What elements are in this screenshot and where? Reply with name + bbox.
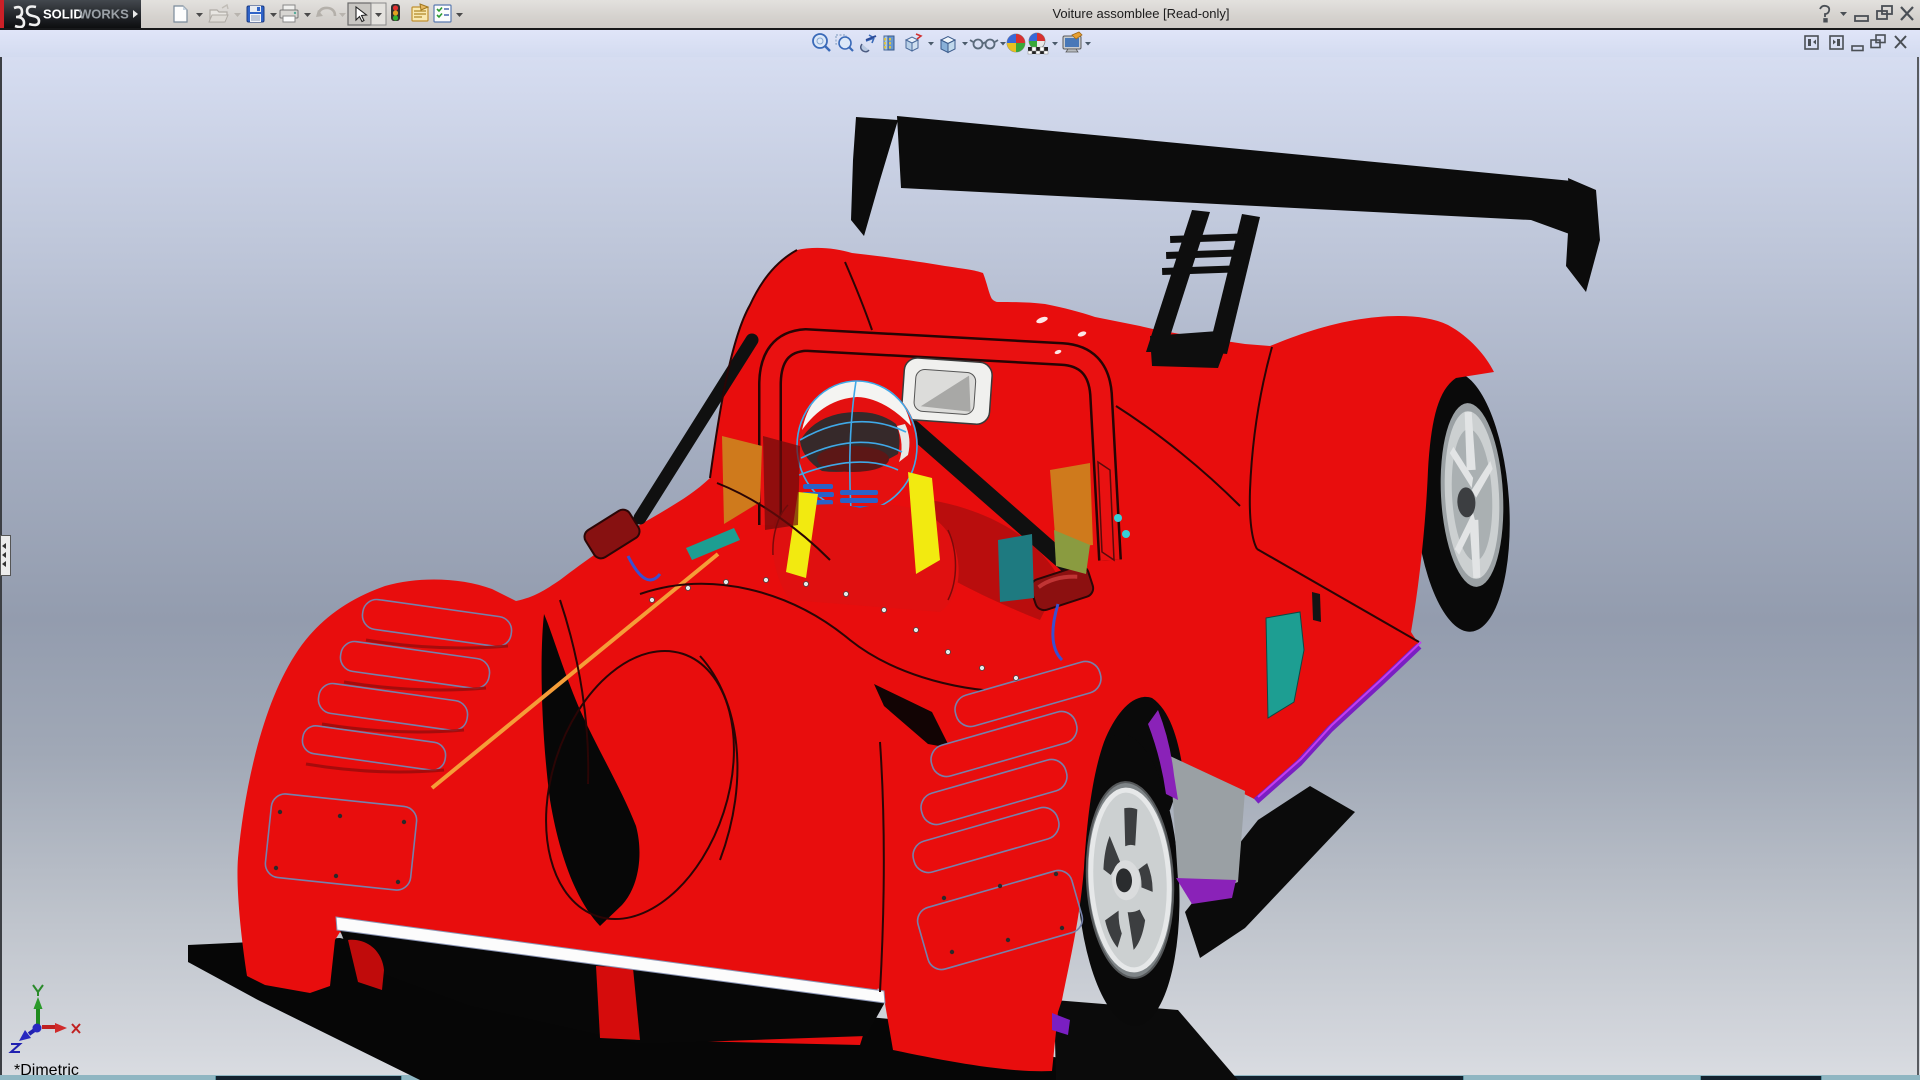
svg-text:WORKS: WORKS	[79, 7, 129, 22]
svg-text:SOLID: SOLID	[43, 7, 83, 22]
